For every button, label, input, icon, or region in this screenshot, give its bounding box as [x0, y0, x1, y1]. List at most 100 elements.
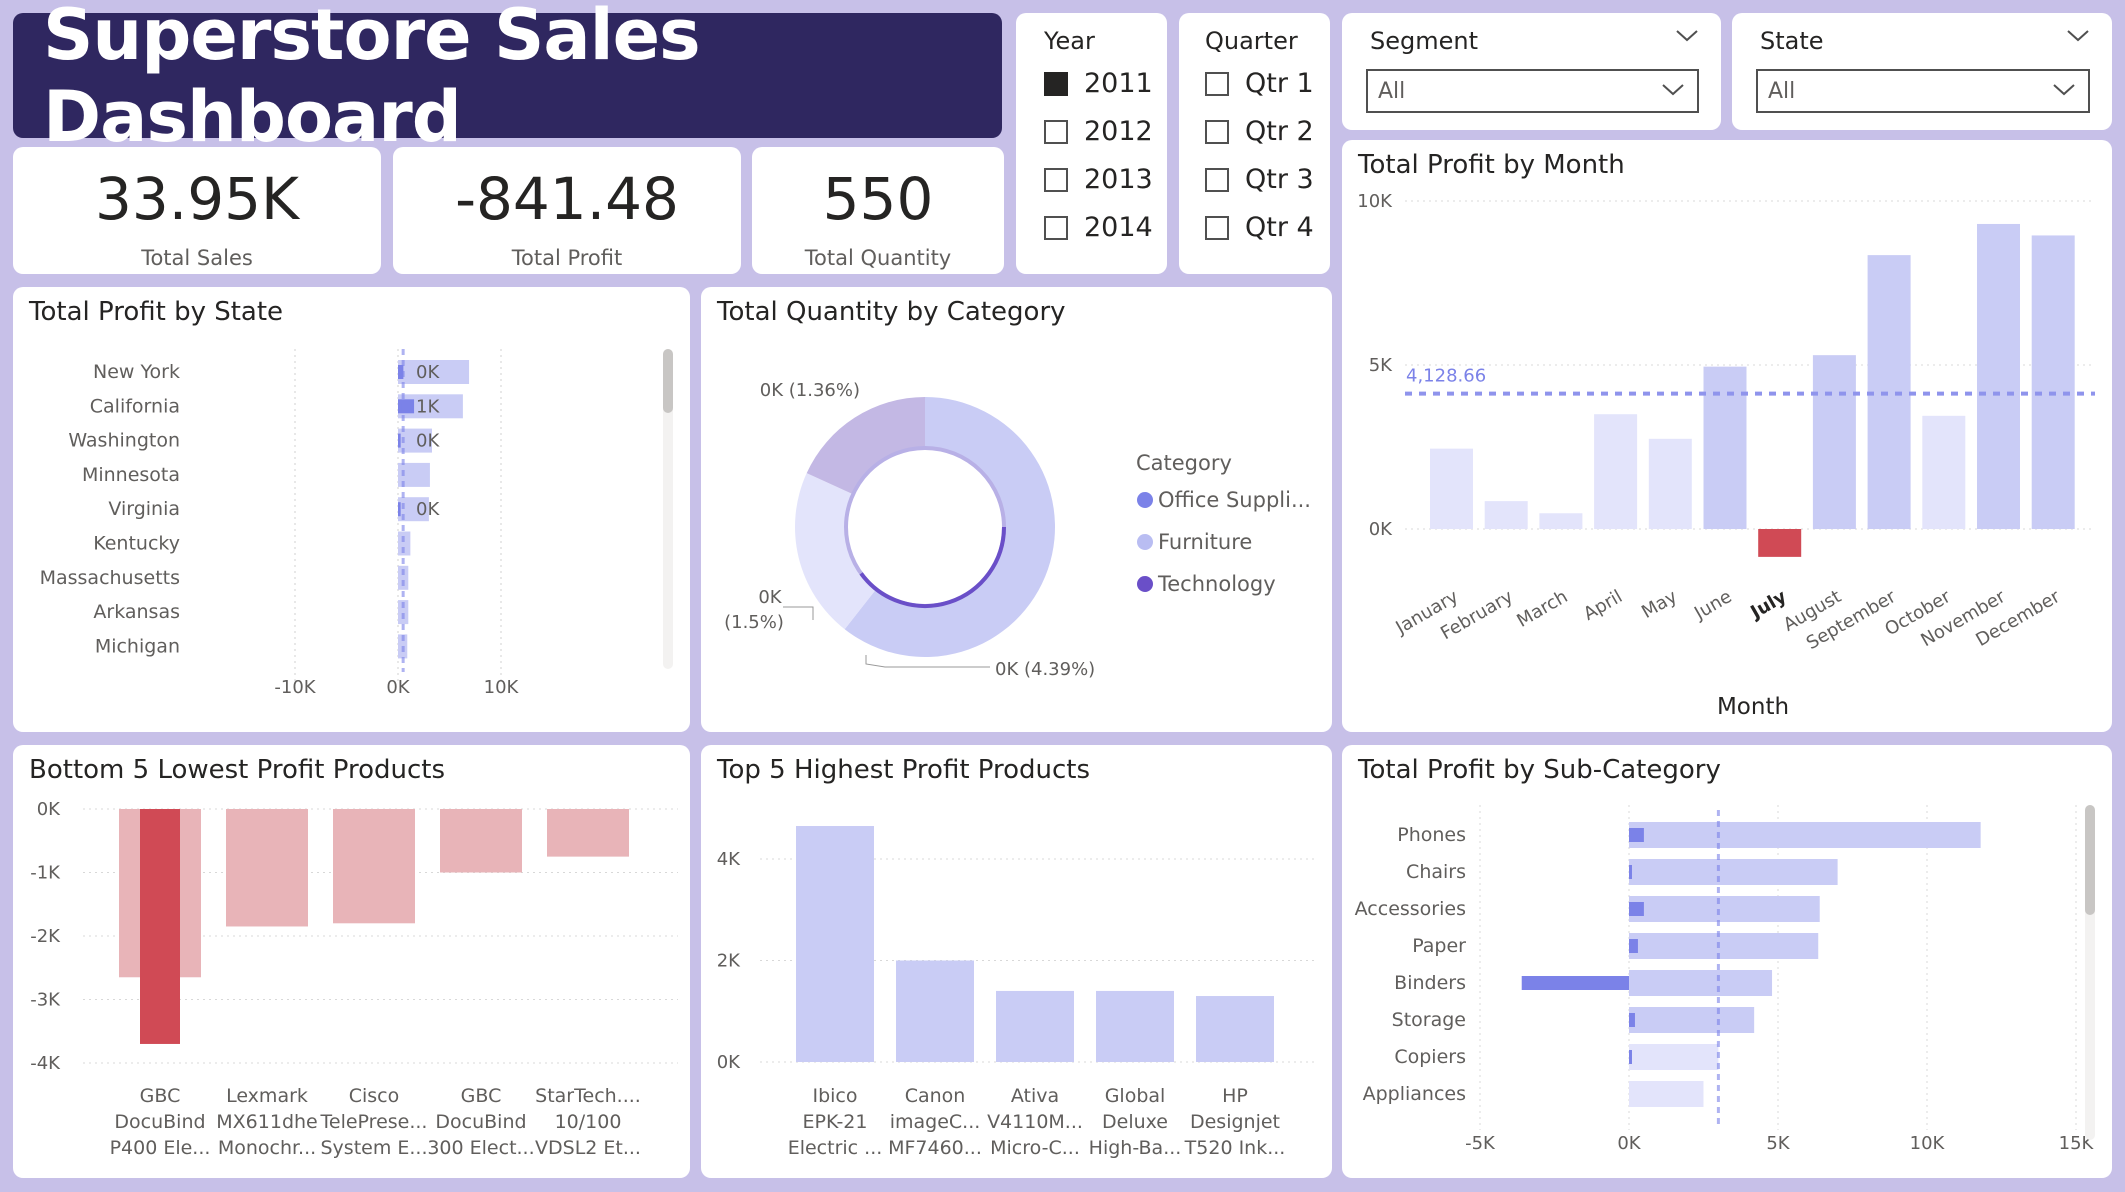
- kpi-label: Total Profit: [511, 246, 623, 270]
- option-label: Qtr 2: [1245, 116, 1314, 147]
- y-tick-label: 10K: [1357, 191, 1393, 212]
- profit-by-month-chart: 10K5K0KJanuaryFebruaryMarch April May June J…: [1357, 191, 2095, 720]
- product-profit-bar: [333, 809, 415, 924]
- profit-by-month-visual[interactable]: Total Profit by Month 10K 5K 0K January Febr…: [1342, 140, 2112, 732]
- scrollbar-track[interactable]: [663, 349, 673, 669]
- y-tick-label: 0K: [717, 1052, 741, 1073]
- kpi-value: 33.95K: [94, 165, 300, 233]
- checkbox[interactable]: [1205, 71, 1229, 96]
- y-category-label: Massachusetts: [40, 567, 180, 589]
- checkbox[interactable]: [1205, 215, 1229, 240]
- kpi-value: 550: [822, 165, 934, 233]
- chevron-down-icon[interactable]: [2066, 29, 2090, 43]
- x-category-label: MX611dhe: [216, 1111, 317, 1133]
- x-tick-label: -10K: [274, 677, 316, 698]
- year-option[interactable]: 2012: [1044, 116, 1153, 147]
- checkbox[interactable]: [1044, 215, 1068, 240]
- y-category-label: Michigan: [95, 635, 180, 657]
- profit-by-subcategory-visual[interactable]: Total Profit by Sub-Category -5K 0K 5K 10K 1…: [1342, 745, 2112, 1178]
- scrollbar-thumb[interactable]: [2085, 805, 2095, 915]
- top5-products-visual[interactable]: Top 5 Highest Profit Products 4K 2K 0K Ibic…: [701, 745, 1332, 1178]
- data-label: 0K: [758, 587, 782, 608]
- y-category-label: Phones: [1397, 824, 1466, 846]
- bottom5-products-chart: 0K -1K -2K -3K -4K GBC DocuBind P400 Ele... Lexm…: [30, 799, 678, 1159]
- state-select[interactable]: All: [1756, 69, 2090, 113]
- product-profit-bar: [1096, 990, 1174, 1062]
- segment-select[interactable]: All: [1366, 69, 1699, 113]
- checkbox[interactable]: [1044, 167, 1068, 192]
- scrollbar-thumb[interactable]: [663, 349, 673, 413]
- product-profit-bar: [547, 809, 629, 857]
- checkbox[interactable]: [1044, 119, 1068, 144]
- x-category-label: TelePrese...: [320, 1111, 428, 1133]
- year-option[interactable]: 2011: [1044, 68, 1153, 99]
- scrollbar-track[interactable]: [2085, 805, 2095, 1140]
- y-category-label: Chairs: [1406, 861, 1466, 883]
- quarter-option[interactable]: Qtr 4: [1205, 212, 1314, 243]
- x-category-label: VDSL2 Et...: [535, 1137, 641, 1159]
- y-tick-label: 4K: [717, 849, 741, 870]
- data-label: (1.5%): [724, 612, 784, 633]
- subcategory-profit-bar: [1629, 970, 1773, 996]
- product-profit-bar: [996, 990, 1074, 1062]
- filter-title: State: [1760, 27, 1824, 55]
- year-option[interactable]: 2013: [1044, 164, 1153, 195]
- slicer-title: Quarter: [1205, 27, 1298, 55]
- donut-slice: [806, 397, 925, 494]
- dashboard-title-banner: Superstore Sales Dashboard: [13, 0, 1002, 158]
- month-profit-bar: [1484, 501, 1528, 529]
- year-slicer: Year 2011 2012 2013 2014: [1016, 13, 1167, 274]
- data-label: 0K (4.39%): [995, 659, 1095, 680]
- checkbox[interactable]: [1044, 71, 1068, 96]
- x-category-label: System E...: [320, 1137, 427, 1159]
- y-category-label: California: [90, 395, 180, 417]
- subcategory-profit-bar: [1629, 896, 1820, 922]
- x-category-label: DocuBind: [435, 1111, 526, 1133]
- subcategory-profit-bar: [1629, 933, 1819, 959]
- x-category-label: High-Ba...: [1089, 1137, 1182, 1159]
- x-tick-label: 0K: [1617, 1133, 1641, 1154]
- subcategory-profit-bar: [1629, 859, 1838, 885]
- x-category-label: Monochr...: [218, 1137, 316, 1159]
- y-category-label: Washington: [68, 430, 180, 452]
- y-category-label: Kentucky: [93, 533, 180, 555]
- subcategory-profit-highlight-bar: [1629, 902, 1644, 916]
- quarter-option[interactable]: Qtr 1: [1205, 68, 1314, 99]
- checkbox[interactable]: [1205, 167, 1229, 192]
- dashboard-title: Superstore Sales Dashboard: [43, 0, 701, 158]
- option-label: 2013: [1084, 164, 1153, 195]
- chevron-down-icon[interactable]: [1675, 29, 1699, 43]
- product-profit-bar: [440, 809, 522, 873]
- bottom5-products-visual[interactable]: Bottom 5 Lowest Profit Products 0K -1K -2K…: [13, 745, 690, 1178]
- x-category-label: T520 Ink...: [1184, 1137, 1286, 1159]
- x-category-label: StarTech....: [535, 1085, 641, 1107]
- segment-filter: Segment All: [1342, 13, 1721, 130]
- y-tick-label: 5K: [1369, 355, 1393, 376]
- x-category-label: GBC: [461, 1085, 502, 1107]
- checkbox[interactable]: [1205, 119, 1229, 144]
- y-category-label: Arkansas: [93, 601, 180, 623]
- state-profit-highlight-bar: [398, 502, 401, 517]
- average-line-label: 4,128.66: [1406, 366, 1486, 387]
- year-option[interactable]: 2014: [1044, 212, 1153, 243]
- y-category-label: Copiers: [1394, 1046, 1466, 1068]
- x-category-label: 300 Elect...: [427, 1137, 534, 1159]
- profit-by-state-visual[interactable]: Total Profit by State -10K 0K 10K New York 0…: [13, 287, 690, 732]
- top5-products-chart: 4K 2K 0K Ibico EPK-21 Electric ... Canon imageC…: [717, 826, 1317, 1159]
- x-category-label: May: [1638, 586, 1681, 623]
- x-tick-label: 0K: [386, 677, 410, 698]
- subcategory-profit-highlight-bar: [1629, 865, 1632, 879]
- y-tick-label: -1K: [30, 863, 61, 884]
- x-category-label: Cisco: [349, 1085, 400, 1107]
- kpi-label: Total Sales: [141, 246, 253, 270]
- kpi-label: Total Quantity: [804, 246, 952, 270]
- month-profit-bar: [1812, 355, 1856, 529]
- month-profit-bar: [1430, 448, 1473, 529]
- quarter-option[interactable]: Qtr 2: [1205, 116, 1314, 147]
- quarter-option[interactable]: Qtr 3: [1205, 164, 1314, 195]
- product-profit-bar: [1196, 996, 1274, 1062]
- subcategory-profit-bar: [1629, 1007, 1755, 1033]
- subcategory-profit-highlight-bar: [1521, 976, 1629, 990]
- quantity-by-category-visual[interactable]: Total Quantity by Category 0K (4.39%) 0K(…: [701, 287, 1332, 732]
- legend-label: Furniture: [1158, 530, 1252, 554]
